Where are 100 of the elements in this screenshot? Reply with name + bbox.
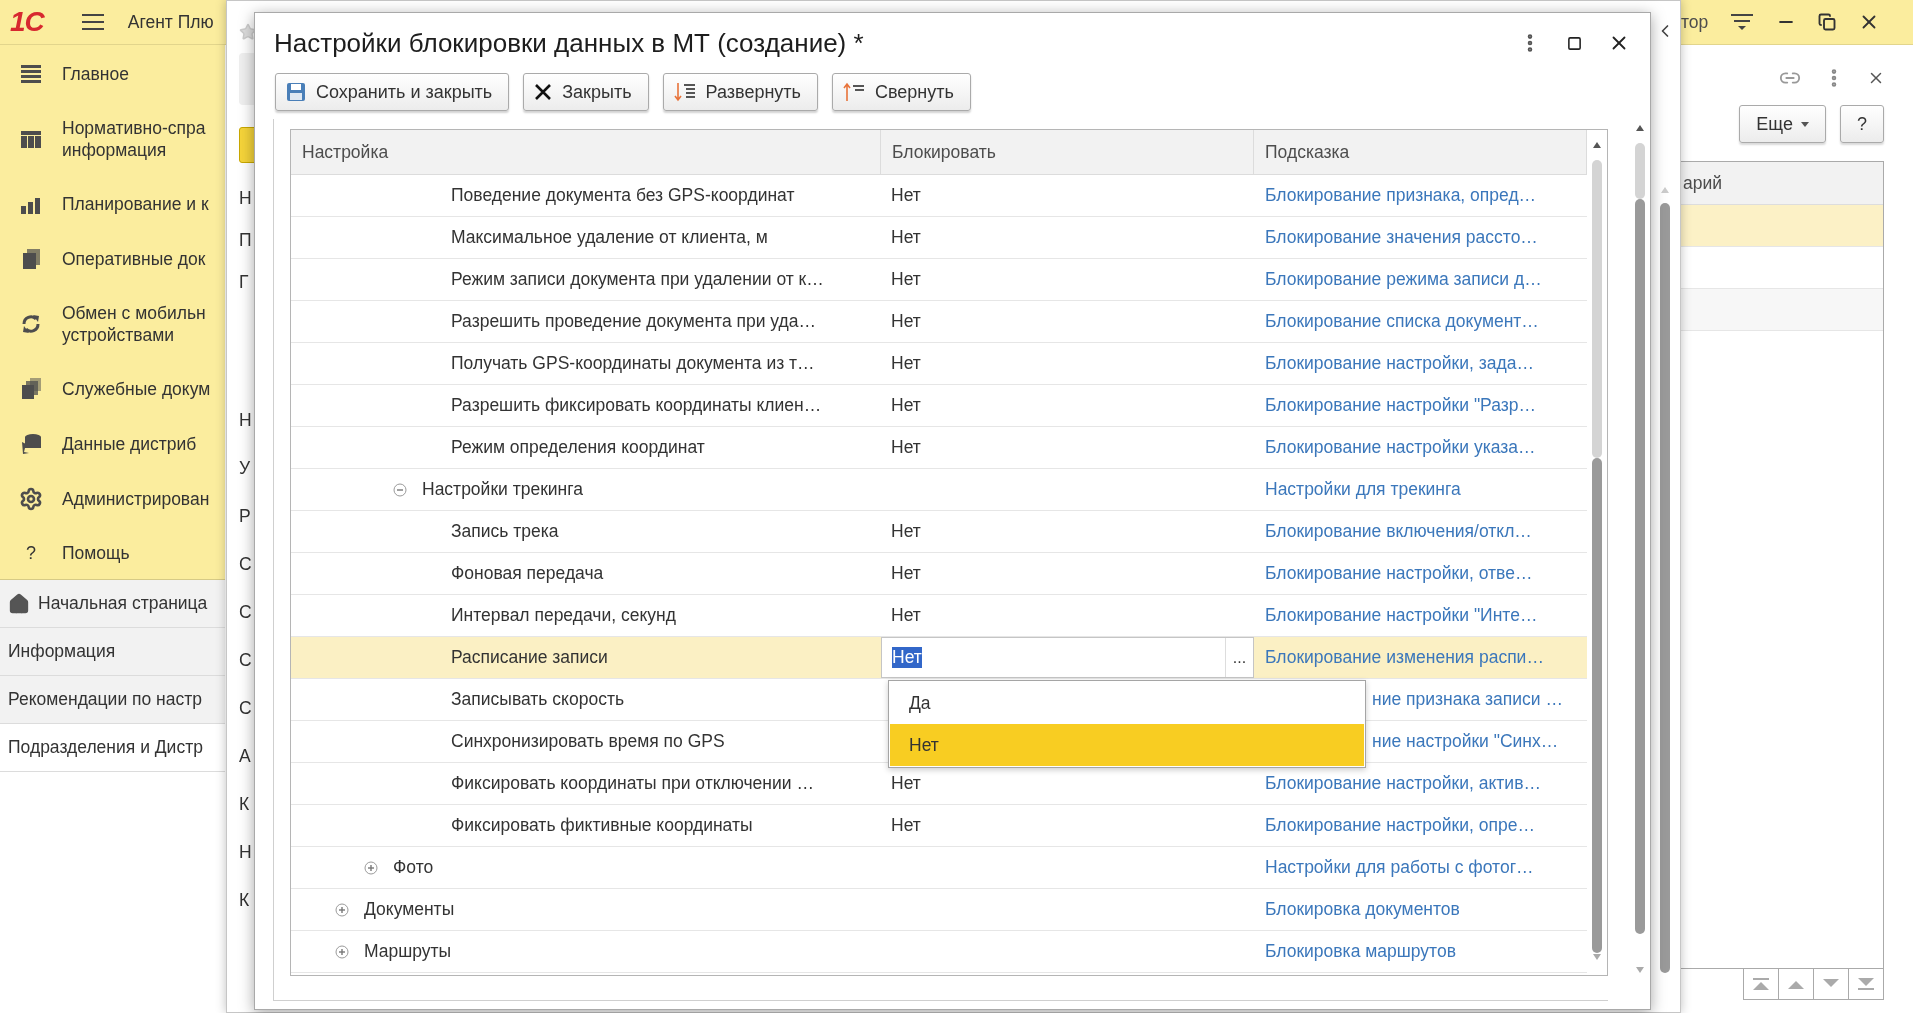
setting-name: Запись трека [451, 521, 559, 542]
section-item[interactable]: Планирование и к [0, 176, 225, 231]
page-label: Рекомендации по настр [8, 689, 202, 710]
expand-icon[interactable] [335, 902, 349, 917]
hint-link[interactable]: Блокирование настройки "Разр… [1265, 395, 1536, 416]
setting-name: Фоновая передача [451, 563, 604, 584]
hint-link[interactable]: Блокирование включения/откл… [1265, 521, 1532, 542]
page-label: Подразделения и Дистр [8, 737, 203, 758]
star-icon[interactable] [239, 23, 257, 41]
first-icon[interactable] [1743, 969, 1779, 1000]
hint-link[interactable]: Блокирование настройки указа… [1265, 437, 1536, 458]
close-icon [534, 83, 553, 101]
hint-link[interactable]: Блокировка документов [1265, 899, 1460, 920]
section-label: Помощь [62, 541, 130, 564]
restore-icon[interactable] [1818, 13, 1837, 31]
block-value: Нет [891, 563, 921, 584]
sort-down-icon [673, 82, 696, 102]
maximize-icon[interactable] [1567, 35, 1582, 51]
toolbar-button[interactable]: Закрыть [523, 73, 649, 111]
setting-name: Синхронизировать время по GPS [451, 731, 725, 752]
section-item[interactable]: Обмен с мобильн устройствами [0, 286, 225, 361]
setting-name: Расписание записи [451, 647, 608, 668]
database-icon [19, 431, 43, 456]
block-value: Нет [891, 311, 921, 332]
block-value: Нет [891, 185, 921, 206]
value-field[interactable]: Нет ... [881, 637, 1254, 678]
selected-value: Нет [892, 647, 922, 668]
settings-icon [19, 486, 43, 511]
toolbar-button[interactable]: Развернуть [662, 73, 818, 111]
section-label: Главное [62, 62, 129, 85]
block-value: Нет [891, 521, 921, 542]
documents-icon [19, 376, 43, 401]
toolbar-button[interactable]: Сохранить и закрыть [275, 73, 510, 111]
setting-name: Записывать скорость [451, 689, 624, 710]
hint-link[interactable]: Блокирование настройки, опре… [1265, 815, 1535, 836]
page-label: Начальная страница [38, 593, 208, 614]
hint-link[interactable]: Блокировка маршрутов [1265, 941, 1456, 962]
section-label: Администрирован [62, 487, 210, 510]
open-page-tab[interactable]: Рекомендации по настр [0, 676, 225, 724]
toolbar-button[interactable]: Свернуть [831, 73, 971, 111]
hint-link[interactable]: Блокирование значения рассто… [1265, 227, 1538, 248]
last-icon[interactable] [1848, 969, 1884, 1000]
field-label: С [239, 601, 253, 623]
page-label: Информация [8, 641, 116, 662]
hint-link[interactable]: Блокирование настройки, актив… [1265, 773, 1541, 794]
section-label: Планирование и к [62, 192, 209, 215]
setting-name: Настройки трекинга [422, 479, 583, 500]
section-item[interactable]: Данные дистриб [0, 416, 225, 471]
section-item[interactable]: Служебные докум [0, 361, 225, 416]
section-item[interactable]: ? Помощь [0, 526, 225, 579]
field-label: Н [239, 187, 253, 209]
block-value: Нет [891, 605, 921, 626]
block-value: Нет [891, 353, 921, 374]
hint-link[interactable]: Блокирование режима записи д… [1265, 269, 1542, 290]
menu-icon[interactable] [81, 13, 104, 31]
hint-link[interactable]: Блокирование настройки, зада… [1265, 353, 1534, 374]
field-label: П [239, 229, 253, 251]
setting-name: Режим определения координат [451, 437, 705, 458]
field-label: А [239, 745, 252, 767]
section-label: Данные дистриб [62, 432, 197, 455]
dialog-title: Настройки блокировки данных в МТ (создание) * [274, 27, 864, 59]
hint-link[interactable]: Блокирование изменения распи… [1265, 647, 1544, 668]
caret-icon [1801, 121, 1809, 127]
hint-link[interactable]: Блокирование признака, опред… [1265, 185, 1537, 206]
section-label: Служебные докум [62, 377, 211, 400]
field-label: С [239, 649, 253, 671]
field-label: Н [239, 409, 253, 431]
setting-name: Разрешить проведение документа при уда… [451, 311, 816, 332]
setting-name: Интервал передачи, секунд [451, 605, 676, 626]
expand-icon[interactable] [364, 860, 378, 875]
user-name: тор [1681, 11, 1709, 33]
expand-icon[interactable] [335, 944, 349, 959]
section-item[interactable]: Главное [0, 46, 225, 101]
hint-link[interactable]: ние признака записи … [1372, 689, 1563, 710]
setting-name: Маршруты [364, 941, 452, 962]
save-icon [286, 82, 306, 102]
section-label: Нормативно-спра информация [62, 116, 206, 161]
block-value: Нет [891, 437, 921, 458]
column-header: арий [1681, 162, 1883, 205]
field-label: Г [239, 271, 250, 293]
hint-link[interactable]: Блокирование настройки, отве… [1265, 563, 1533, 584]
setting-name: Получать GPS-координаты документа из т… [451, 353, 815, 374]
filter-icon[interactable] [1730, 12, 1755, 32]
section-item[interactable]: Нормативно-спра информация [0, 101, 225, 176]
section-item[interactable]: Администрирован [0, 471, 225, 526]
setting-name: Фиксировать фиктивные координаты [451, 815, 753, 836]
app-title: Агент Плю [127, 11, 214, 33]
dropdown-option[interactable]: Нет [890, 724, 1364, 766]
open-page-tab[interactable]: Информация [0, 628, 225, 676]
hint-link[interactable]: Настройки для работы с фотог… [1265, 857, 1534, 878]
open-page-tab[interactable]: Начальная страница [0, 580, 225, 628]
hint-link[interactable]: Блокирование настройки "Инте… [1265, 605, 1538, 626]
help-button[interactable]: ? [1840, 105, 1884, 143]
section-item[interactable]: Оперативные док [0, 231, 225, 286]
hint-link[interactable]: ние настройки "Синх… [1372, 731, 1559, 752]
more-button[interactable]: Еще [1739, 105, 1826, 143]
collapse-icon[interactable] [393, 482, 407, 497]
field-label: У [239, 457, 252, 479]
hint-link[interactable]: Настройки для трекинга [1265, 479, 1461, 500]
hint-link[interactable]: Блокирование списка документ… [1265, 311, 1539, 332]
